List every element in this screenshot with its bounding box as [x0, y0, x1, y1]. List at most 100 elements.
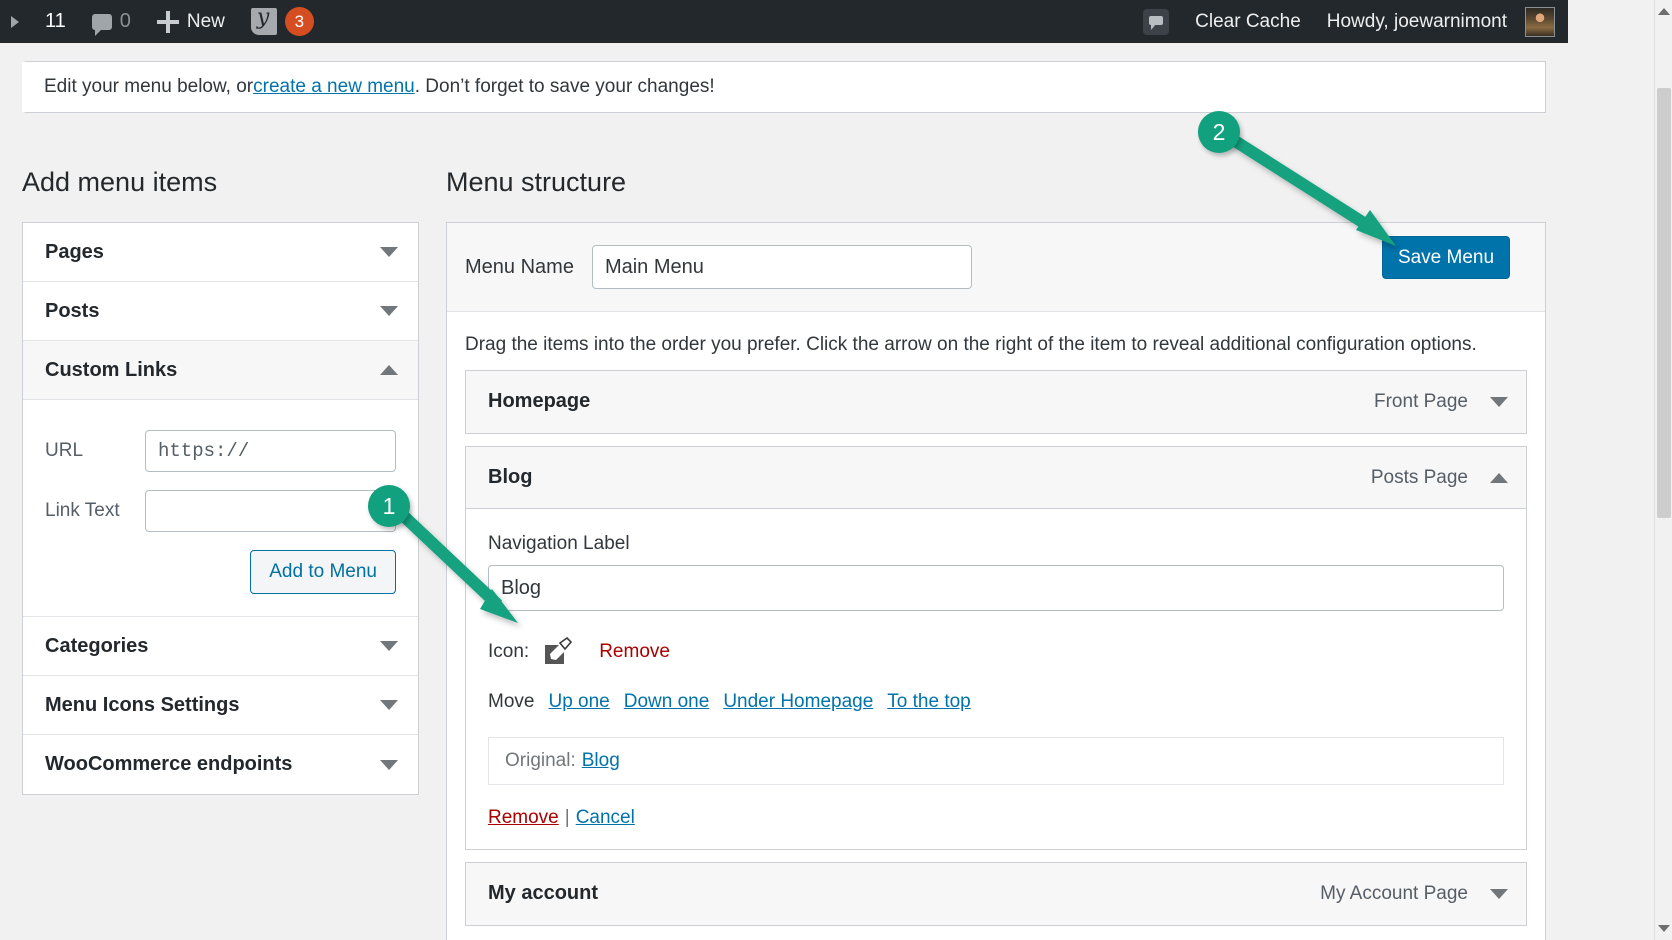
- move-row: Move Up one Down one Under Homepage To t…: [488, 691, 1504, 713]
- menu-structure-heading: Menu structure: [446, 167, 626, 198]
- add-to-menu-button[interactable]: Add to Menu: [250, 550, 396, 594]
- menu-item-type: Front Page: [1374, 391, 1468, 413]
- scroll-up-arrow-icon[interactable]: [1658, 8, 1670, 15]
- menu-name-input[interactable]: Main Menu: [592, 245, 972, 289]
- chevron-down-icon[interactable]: [380, 247, 398, 257]
- admin-bar-left: 11 0 New 3: [0, 0, 327, 43]
- menu-item-blog[interactable]: Blog Posts Page Navigation Label Blog Ic…: [465, 446, 1527, 850]
- navigation-label-label: Navigation Label: [488, 533, 1504, 555]
- separator: |: [565, 807, 570, 828]
- add-to-menu-row: Add to Menu: [45, 550, 396, 594]
- menu-item-bar[interactable]: Blog Posts Page: [466, 447, 1526, 509]
- updates-count[interactable]: 11: [32, 0, 79, 43]
- clear-cache-button[interactable]: Clear Cache: [1182, 0, 1314, 43]
- add-menu-items-panel: Pages Posts Custom Links URL https:// Li…: [22, 222, 419, 795]
- new-label: New: [187, 11, 225, 33]
- scroll-down-arrow-icon[interactable]: [1658, 925, 1670, 932]
- yoast-seo-icon: [251, 8, 277, 35]
- comments-count-label: 0: [120, 10, 131, 33]
- move-to-the-top-link[interactable]: To the top: [887, 691, 970, 713]
- cache-status-icon-button[interactable]: [1130, 0, 1182, 43]
- url-field-row: URL https://: [45, 430, 396, 472]
- clear-cache-label: Clear Cache: [1195, 11, 1301, 33]
- accordion-label-posts: Posts: [45, 300, 99, 323]
- chevron-down-icon[interactable]: [1490, 397, 1508, 407]
- chevron-down-icon[interactable]: [380, 700, 398, 710]
- avatar: [1525, 7, 1555, 37]
- original-box: Original: Blog: [488, 737, 1504, 785]
- move-under-homepage-link[interactable]: Under Homepage: [723, 691, 873, 713]
- annotation-arrow-2: [1210, 120, 1430, 270]
- wordpress-logo-icon: [11, 16, 19, 28]
- original-label: Original:: [505, 750, 576, 771]
- accordion-header-pages[interactable]: Pages: [23, 223, 418, 282]
- menu-item-title: My account: [488, 882, 598, 905]
- pencil-edit-icon[interactable]: [543, 637, 573, 667]
- menu-item-homepage[interactable]: Homepage Front Page: [465, 370, 1527, 434]
- page-scrollbar[interactable]: [1654, 0, 1672, 940]
- menu-item-type: My Account Page: [1320, 883, 1468, 905]
- url-label: URL: [45, 440, 145, 462]
- accordion-label-categories: Categories: [45, 635, 148, 658]
- icon-remove-link[interactable]: Remove: [599, 641, 670, 663]
- menu-item-bar[interactable]: My account My Account Page: [466, 863, 1526, 925]
- url-input[interactable]: https://: [145, 430, 396, 472]
- custom-links-body: URL https:// Link Text Add to Menu: [23, 400, 418, 617]
- new-content-menu[interactable]: New: [144, 0, 238, 43]
- annotation-arrow-1: [382, 495, 562, 635]
- accordion-header-categories[interactable]: Categories: [23, 617, 418, 676]
- original-link[interactable]: Blog: [582, 750, 620, 771]
- comments-menu[interactable]: 0: [79, 0, 144, 43]
- accordion-label-menu-icons-settings: Menu Icons Settings: [45, 694, 239, 717]
- chevron-down-icon[interactable]: [380, 306, 398, 316]
- yoast-seo-menu[interactable]: 3: [238, 0, 327, 43]
- menu-structure-panel: Menu Name Main Menu Drag the items into …: [446, 222, 1546, 940]
- accordion-label-custom-links: Custom Links: [45, 359, 177, 382]
- remove-link[interactable]: Remove: [488, 807, 559, 828]
- menu-item-settings: Navigation Label Blog Icon: Remove: [466, 509, 1526, 849]
- accordion-label-pages: Pages: [45, 241, 104, 264]
- account-menu[interactable]: Howdy, joewarnimont: [1314, 0, 1568, 43]
- accordion-header-custom-links[interactable]: Custom Links: [23, 341, 418, 400]
- howdy-label: Howdy, joewarnimont: [1327, 11, 1507, 33]
- menu-item-bar[interactable]: Homepage Front Page: [466, 371, 1526, 433]
- remove-cancel-row: Remove | Cancel: [488, 807, 1504, 829]
- chevron-up-icon[interactable]: [380, 365, 398, 375]
- annotation-badge-2: 2: [1198, 111, 1240, 153]
- accordion-label-woocommerce-endpoints: WooCommerce endpoints: [45, 753, 292, 776]
- yoast-notification-badge: 3: [285, 7, 314, 36]
- updates-count-label: 11: [45, 10, 66, 33]
- comment-bubble-icon: [92, 14, 112, 30]
- icon-row: Icon: Remove: [488, 637, 1504, 667]
- icon-label: Icon:: [488, 641, 529, 663]
- menu-item-type: Posts Page: [1371, 467, 1468, 489]
- menu-items-list: Homepage Front Page Blog Posts Page Navi…: [447, 370, 1545, 940]
- menu-item-my-account[interactable]: My account My Account Page: [465, 862, 1527, 926]
- chevron-down-icon[interactable]: [380, 641, 398, 651]
- notice-text-before: Edit your menu below, or: [44, 76, 253, 98]
- chevron-down-icon[interactable]: [1490, 889, 1508, 899]
- wordpress-menu-editor-screen: 11 0 New 3 Clear Cache Howdy,: [0, 0, 1672, 940]
- plus-icon: [157, 11, 179, 33]
- accordion-header-posts[interactable]: Posts: [23, 282, 418, 341]
- link-text-field-row: Link Text: [45, 490, 396, 532]
- accordion-header-woocommerce-endpoints[interactable]: WooCommerce endpoints: [23, 735, 418, 794]
- cancel-link[interactable]: Cancel: [576, 807, 635, 828]
- scrollbar-thumb[interactable]: [1657, 88, 1671, 518]
- accordion-header-menu-icons-settings[interactable]: Menu Icons Settings: [23, 676, 418, 735]
- create-a-new-menu-link[interactable]: create a new menu: [253, 76, 415, 98]
- cache-bubble-icon: [1143, 9, 1169, 35]
- admin-bar: 11 0 New 3 Clear Cache Howdy,: [0, 0, 1568, 43]
- link-text-input[interactable]: [145, 490, 396, 532]
- menu-edit-notice: Edit your menu below, or create a new me…: [22, 61, 1546, 113]
- move-down-one-link[interactable]: Down one: [624, 691, 710, 713]
- navigation-label-input[interactable]: Blog: [488, 565, 1504, 611]
- move-up-one-link[interactable]: Up one: [548, 691, 609, 713]
- move-label: Move: [488, 691, 534, 713]
- add-menu-items-heading: Add menu items: [22, 167, 217, 198]
- admin-bar-right: Clear Cache Howdy, joewarnimont: [1130, 0, 1568, 43]
- wordpress-logo-menu[interactable]: [2, 0, 32, 43]
- chevron-down-icon[interactable]: [380, 760, 398, 770]
- chevron-up-icon[interactable]: [1490, 473, 1508, 483]
- notice-text-after: . Don’t forget to save your changes!: [415, 76, 715, 98]
